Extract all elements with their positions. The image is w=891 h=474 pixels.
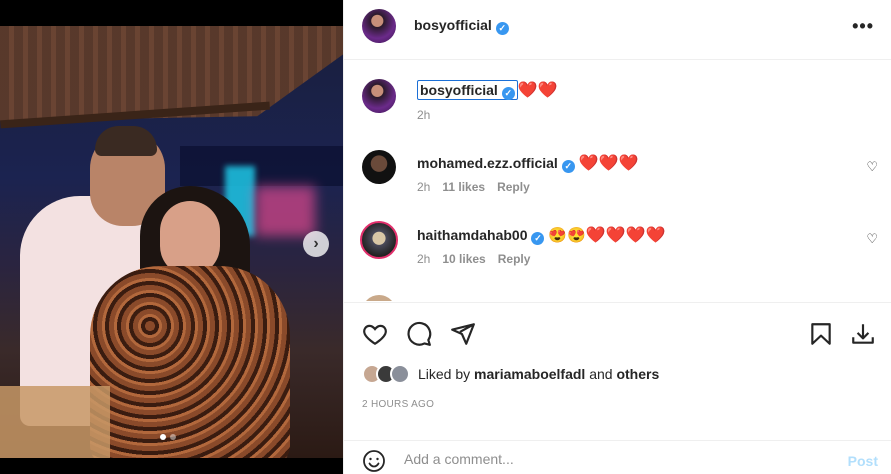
commenter-avatar[interactable] bbox=[362, 295, 396, 301]
author-avatar[interactable] bbox=[362, 9, 396, 43]
carousel-dot bbox=[170, 434, 176, 440]
more-options-button[interactable]: ••• bbox=[852, 16, 874, 37]
comment-text: ❤️❤️❤️ bbox=[578, 155, 639, 172]
commenter-avatar[interactable] bbox=[360, 221, 398, 259]
likes-summary[interactable]: Liked by mariamaboelfadl and others bbox=[362, 364, 659, 384]
chevron-right-icon: › bbox=[313, 235, 319, 252]
carousel-dot bbox=[160, 434, 166, 440]
save-bookmark-icon[interactable] bbox=[808, 321, 834, 347]
caption-avatar[interactable] bbox=[362, 79, 396, 113]
emoji-smiley-icon[interactable] bbox=[362, 449, 386, 473]
add-comment-input[interactable] bbox=[404, 451, 804, 467]
comment-time: 2h bbox=[417, 180, 431, 194]
reply-button[interactable]: Reply bbox=[498, 252, 531, 266]
carousel-indicator bbox=[160, 434, 176, 440]
post-photo-scene bbox=[0, 26, 343, 458]
post-timestamp[interactable]: 2 HOURS AGO bbox=[362, 399, 434, 410]
verified-badge-icon: ✓ bbox=[495, 22, 509, 35]
verified-badge-icon: ✓ bbox=[531, 232, 545, 245]
likes-text: Liked by mariamaboelfadl and others bbox=[418, 366, 660, 382]
verified-badge-icon: ✓ bbox=[501, 87, 515, 100]
commenter-avatar[interactable] bbox=[362, 150, 396, 184]
comments-list[interactable]: bosyofficial ✓ ❤️❤️ 2h mohamed.ezz.officia… bbox=[344, 61, 891, 301]
author-username[interactable]: bosyofficial ✓ bbox=[414, 17, 509, 35]
like-comment-heart-icon[interactable]: ♡ bbox=[866, 159, 878, 175]
comment-item: mohamed.ezz.official ✓ ❤️❤️❤️ 2h 11 likes… bbox=[344, 147, 891, 207]
commenter-username[interactable]: mohamed.ezz.official ✓ bbox=[417, 155, 575, 173]
share-send-icon[interactable] bbox=[450, 321, 476, 347]
comment-item: haithamdahab00 ✓ 😍😍❤️❤️❤️❤️ 2h 10 likes R… bbox=[344, 219, 891, 279]
liker-avatar bbox=[390, 364, 410, 384]
comment-likes-count[interactable]: 10 likes bbox=[442, 252, 485, 266]
likes-others-link[interactable]: others bbox=[616, 366, 659, 382]
reply-button[interactable]: Reply bbox=[497, 180, 530, 194]
comment-likes-count[interactable]: 11 likes bbox=[442, 180, 485, 194]
add-comment-bar: Post bbox=[344, 440, 891, 474]
post-details-panel: bosyofficial ✓ ••• bosyofficial ✓ ❤️❤️ 2h m… bbox=[343, 0, 891, 474]
like-comment-heart-icon[interactable]: ♡ bbox=[866, 231, 878, 247]
post-image: › bbox=[0, 0, 343, 474]
commenter-username[interactable]: haithamdahab00 ✓ bbox=[417, 227, 545, 245]
comment-emoji-faces: 😍😍 bbox=[548, 227, 586, 244]
comment-time: 2h bbox=[417, 252, 431, 266]
liker-username-link[interactable]: mariamaboelfadl bbox=[474, 366, 585, 382]
post-comment-button[interactable]: Post bbox=[848, 453, 878, 469]
comment-item-partial bbox=[344, 293, 891, 301]
download-icon[interactable] bbox=[850, 321, 876, 347]
verified-badge-icon: ✓ bbox=[561, 160, 575, 173]
carousel-next-button[interactable]: › bbox=[303, 231, 329, 257]
post-actions-bar bbox=[344, 302, 891, 362]
caption-comment: bosyofficial ✓ ❤️❤️ 2h bbox=[344, 75, 891, 135]
comment-text: ❤️❤️❤️❤️ bbox=[585, 227, 666, 244]
caption-text: ❤️❤️ bbox=[517, 82, 558, 99]
caption-username[interactable]: bosyofficial ✓ bbox=[417, 80, 518, 100]
comment-time: 2h bbox=[417, 108, 431, 122]
like-heart-icon[interactable] bbox=[362, 321, 388, 347]
comment-bubble-icon[interactable] bbox=[406, 321, 432, 347]
post-header: bosyofficial ✓ ••• bbox=[344, 0, 891, 60]
